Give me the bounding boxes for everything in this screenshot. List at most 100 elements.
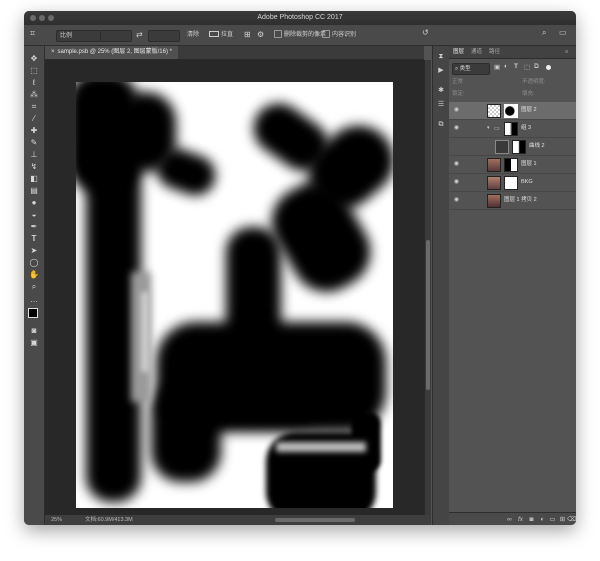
history-icon[interactable]: ⧗: [436, 52, 446, 62]
new-group-icon[interactable]: ▭: [548, 515, 557, 524]
tools-panel: ✥ ⬚ ℓ ⁂ ⌗ ⁄ ✚ ✎ ⊥ ↯ ◧ ▤ ● ◒ ✒ T ➤ ◯ ✋ ⌕ …: [24, 46, 45, 525]
delete-cropped-checkbox[interactable]: 删除裁剪的像素: [274, 30, 326, 40]
layer-row[interactable]: ◉ 图层 1 拷贝 2: [449, 192, 576, 210]
trash-icon[interactable]: ⌫: [567, 515, 576, 524]
content-aware-checkbox[interactable]: 内容识别: [322, 30, 356, 40]
layer-name[interactable]: 图层 1 拷贝 2: [504, 192, 537, 209]
panel-menu-icon[interactable]: ≡: [565, 46, 568, 58]
filter-kind-dropdown[interactable]: ⌕ 类型: [452, 63, 490, 75]
chevron-down-icon[interactable]: ▾: [487, 125, 490, 131]
layer-name[interactable]: 组 3: [521, 120, 531, 137]
actions-play-icon[interactable]: ▶: [436, 66, 446, 76]
overlay-grid-icon[interactable]: ⊞: [244, 30, 251, 40]
eyedropper-tool-icon[interactable]: ⁄: [28, 114, 40, 124]
new-adjustment-icon[interactable]: ◐: [538, 515, 547, 524]
layer-name[interactable]: 图层 1: [521, 156, 537, 173]
hand-tool-icon[interactable]: ✋: [28, 270, 40, 280]
magic-wand-tool-icon[interactable]: ⁂: [28, 90, 40, 100]
document-canvas[interactable]: [76, 82, 393, 508]
blend-mode-label[interactable]: 正常: [452, 79, 463, 85]
layer-name[interactable]: 曲线 2: [529, 138, 545, 155]
straighten-button[interactable]: 拉直: [209, 30, 233, 40]
workspace-icon[interactable]: ▭: [559, 28, 567, 37]
filter-smart-object-icon[interactable]: ⧉: [534, 63, 539, 71]
tab-close-icon[interactable]: ×: [51, 49, 55, 55]
layer-row[interactable]: ◉ 图层 1: [449, 156, 576, 174]
screen-mode-icon[interactable]: ▣: [28, 338, 40, 348]
layer-mask-thumbnail[interactable]: [504, 104, 518, 118]
blur-tool-icon[interactable]: ●: [28, 198, 40, 208]
filter-type-icon[interactable]: T: [514, 63, 518, 70]
shape-tool-icon[interactable]: ◯: [28, 258, 40, 268]
move-tool-icon[interactable]: ✥: [28, 54, 40, 64]
link-layers-icon[interactable]: ∞: [505, 515, 514, 524]
visibility-eye-icon[interactable]: [453, 143, 460, 150]
search-icon[interactable]: ⌕: [542, 28, 546, 38]
properties-icon[interactable]: ☰: [436, 100, 446, 110]
crop-tool-icon[interactable]: ⌗: [28, 102, 40, 112]
filter-pixel-icon[interactable]: ▣: [494, 63, 500, 71]
width-input[interactable]: [100, 30, 132, 42]
group-mask-thumbnail[interactable]: [504, 122, 518, 136]
layer-row[interactable]: 曲线 2: [449, 138, 576, 156]
pen-tool-icon[interactable]: ✒: [28, 222, 40, 232]
quick-mask-icon[interactable]: ◙: [28, 326, 40, 336]
filter-shape-icon[interactable]: ⬚: [524, 63, 530, 71]
more-tools-icon[interactable]: …: [28, 295, 40, 305]
swap-icon[interactable]: ⇄: [136, 30, 143, 40]
new-layer-icon[interactable]: ⊞: [558, 515, 567, 524]
zoom-tool-icon[interactable]: ⌕: [28, 282, 40, 292]
close-window-button[interactable]: [30, 15, 36, 21]
gradient-tool-icon[interactable]: ▤: [28, 186, 40, 196]
foreground-color-swatch[interactable]: [28, 308, 38, 318]
visibility-eye-icon[interactable]: ◉: [453, 179, 460, 186]
layer-style-icon[interactable]: fx: [516, 515, 525, 524]
document-info[interactable]: 文档:60.9M/413.3M: [85, 515, 133, 525]
healing-tool-icon[interactable]: ✚: [28, 126, 40, 136]
filter-adjustment-icon[interactable]: ◐: [504, 63, 508, 70]
vertical-scroll-thumb[interactable]: [426, 240, 430, 390]
tab-channels[interactable]: 通道: [471, 46, 482, 58]
visibility-eye-icon[interactable]: ◉: [453, 107, 460, 114]
layers-panel: 图层 通道 路径 ≡ ⌕ 类型 ▣ ◐ T ⬚ ⧉ 正常 不透明度: 锁定: 填…: [449, 46, 576, 525]
adjustment-mask-thumbnail[interactable]: [512, 140, 526, 154]
ratio-dropdown[interactable]: 比例: [56, 30, 101, 42]
layer-name[interactable]: BKG: [521, 174, 533, 191]
maximize-window-button[interactable]: [48, 15, 54, 21]
canvas-area[interactable]: [45, 60, 425, 515]
crop-icon[interactable]: ⌗: [30, 28, 35, 38]
horizontal-scroll-thumb[interactable]: [275, 518, 355, 522]
clone-stamp-tool-icon[interactable]: ⊥: [28, 150, 40, 160]
tab-layers[interactable]: 图层: [453, 46, 464, 58]
dodge-tool-icon[interactable]: ◒: [28, 210, 40, 220]
minimize-window-button[interactable]: [39, 15, 45, 21]
layer-mask-thumbnail[interactable]: [504, 176, 518, 190]
layer-name[interactable]: 图层 2: [521, 102, 537, 119]
undo-icon[interactable]: ↺: [422, 28, 429, 37]
lasso-tool-icon[interactable]: ℓ: [28, 78, 40, 88]
visibility-eye-icon[interactable]: ◉: [453, 161, 460, 168]
layer-row[interactable]: ◉ ▾ ▭ 组 3: [449, 120, 576, 138]
visibility-eye-icon[interactable]: ◉: [453, 197, 460, 204]
tab-paths[interactable]: 路径: [489, 46, 500, 58]
zoom-level[interactable]: 25%: [51, 515, 62, 525]
visibility-eye-icon[interactable]: ◉: [453, 125, 460, 132]
marquee-tool-icon[interactable]: ⬚: [28, 66, 40, 76]
layer-row[interactable]: ◉ 图层 2: [449, 102, 576, 120]
layer-row[interactable]: ◉ BKG: [449, 174, 576, 192]
vertical-scrollbar[interactable]: [425, 60, 431, 515]
height-input[interactable]: [148, 30, 180, 42]
path-selection-tool-icon[interactable]: ➤: [28, 246, 40, 256]
libraries-icon[interactable]: ⧉: [436, 120, 446, 130]
history-brush-tool-icon[interactable]: ↯: [28, 162, 40, 172]
eraser-tool-icon[interactable]: ◧: [28, 174, 40, 184]
gear-icon[interactable]: ⚙: [257, 30, 264, 40]
add-mask-icon[interactable]: ◙: [527, 515, 536, 524]
clear-button[interactable]: 清除: [187, 30, 199, 40]
type-tool-icon[interactable]: T: [28, 234, 40, 244]
document-tab[interactable]: × sample.psb @ 25% (图层 2, 图层蒙版/16) *: [45, 46, 178, 59]
brush-tool-icon[interactable]: ✎: [28, 138, 40, 148]
layer-mask-thumbnail[interactable]: [504, 158, 518, 172]
adjustments-icon[interactable]: ✱: [436, 86, 446, 96]
filter-toggle-icon[interactable]: [546, 65, 551, 70]
